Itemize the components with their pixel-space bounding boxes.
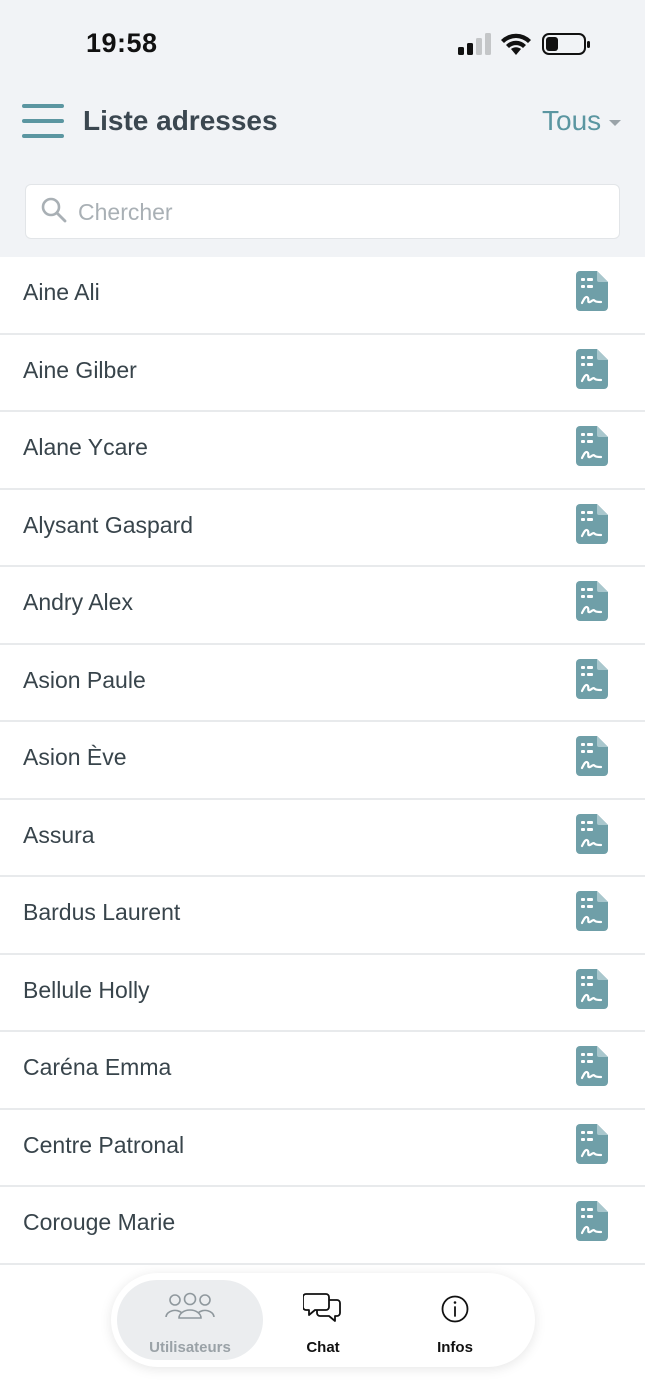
wifi-icon (501, 33, 531, 55)
document-signature-icon (576, 581, 608, 621)
info-icon (440, 1294, 470, 1329)
list-item[interactable]: Aine Ali (0, 257, 645, 335)
contact-name: Aine Ali (23, 279, 100, 305)
contact-name: Alane Ycare (23, 434, 148, 460)
list-item[interactable]: Andry Alex (0, 567, 645, 645)
menu-icon-line (22, 119, 64, 123)
list-item[interactable]: Assura (0, 799, 645, 877)
document-signature-icon (576, 1046, 608, 1086)
cellular-signal-icon (458, 33, 491, 55)
tab-chat[interactable]: Chat (250, 1280, 396, 1360)
list-item[interactable]: Bardus Laurent (0, 877, 645, 955)
tab-label: Infos (437, 1339, 473, 1356)
search-icon (41, 197, 67, 223)
search-box (25, 184, 620, 239)
contact-name: Asion Ève (23, 744, 127, 770)
list-item[interactable]: Asion Paule (0, 644, 645, 722)
battery-icon (542, 33, 590, 55)
list-item[interactable]: Aine Gilber (0, 334, 645, 412)
document-signature-icon (576, 426, 608, 466)
document-signature-icon (576, 348, 608, 389)
document-signature-icon (576, 736, 608, 776)
page-title: Liste adresses (83, 105, 278, 136)
menu-button[interactable] (22, 102, 66, 140)
status-icons (458, 33, 590, 55)
contact-name: Bellule Holly (23, 976, 150, 1003)
tab-infos[interactable]: Infos (382, 1280, 528, 1360)
tab-label: Utilisateurs (149, 1339, 231, 1356)
filter-label: Tous (542, 105, 602, 136)
document-signature-icon (576, 1123, 608, 1164)
document-signature-icon (576, 968, 608, 1009)
chat-icon (302, 1290, 343, 1329)
tab-utilisateurs[interactable]: Utilisateurs (117, 1280, 263, 1360)
tab-bar: Utilisateurs Chat Infos (111, 1273, 535, 1367)
contact-name: Caréna Emma (23, 1054, 172, 1080)
document-signature-icon (576, 271, 608, 311)
document-signature-icon (576, 1201, 608, 1241)
contact-name: Bardus Laurent (23, 899, 181, 925)
filter-dropdown[interactable]: Tous (542, 104, 622, 138)
status-bar: 19:58 (0, 0, 645, 88)
users-icon (164, 1291, 216, 1326)
menu-icon (22, 104, 64, 108)
status-time: 19:58 (86, 28, 158, 58)
list-item[interactable]: Asion Ève (0, 722, 645, 800)
contact-list: Aine Ali Aine Gilber Alane Ycare Alysant… (0, 257, 645, 1265)
search-input[interactable] (78, 191, 598, 233)
list-item[interactable]: Corouge Marie (0, 1187, 645, 1265)
document-signature-icon (576, 891, 608, 931)
menu-icon-line (22, 134, 64, 138)
contact-name: Centre Patronal (23, 1131, 185, 1158)
header: Liste adresses Tous (0, 88, 645, 158)
list-item[interactable]: Caréna Emma (0, 1032, 645, 1110)
document-signature-icon (576, 503, 608, 544)
contact-name: Assura (23, 821, 95, 848)
list-item[interactable]: Centre Patronal (0, 1109, 645, 1187)
contact-name: Aine Gilber (23, 356, 137, 383)
chevron-down-icon (609, 119, 622, 126)
document-signature-icon (576, 658, 608, 699)
list-item[interactable]: Bellule Holly (0, 954, 645, 1032)
tab-label: Chat (306, 1339, 340, 1356)
contact-name: Corouge Marie (23, 1209, 176, 1235)
list-item[interactable]: Alane Ycare (0, 412, 645, 490)
contact-name: Andry Alex (23, 589, 133, 615)
list-item[interactable]: Alysant Gaspard (0, 489, 645, 567)
document-signature-icon (576, 813, 608, 854)
contact-name: Alysant Gaspard (23, 511, 194, 538)
contact-name: Asion Paule (23, 666, 146, 693)
